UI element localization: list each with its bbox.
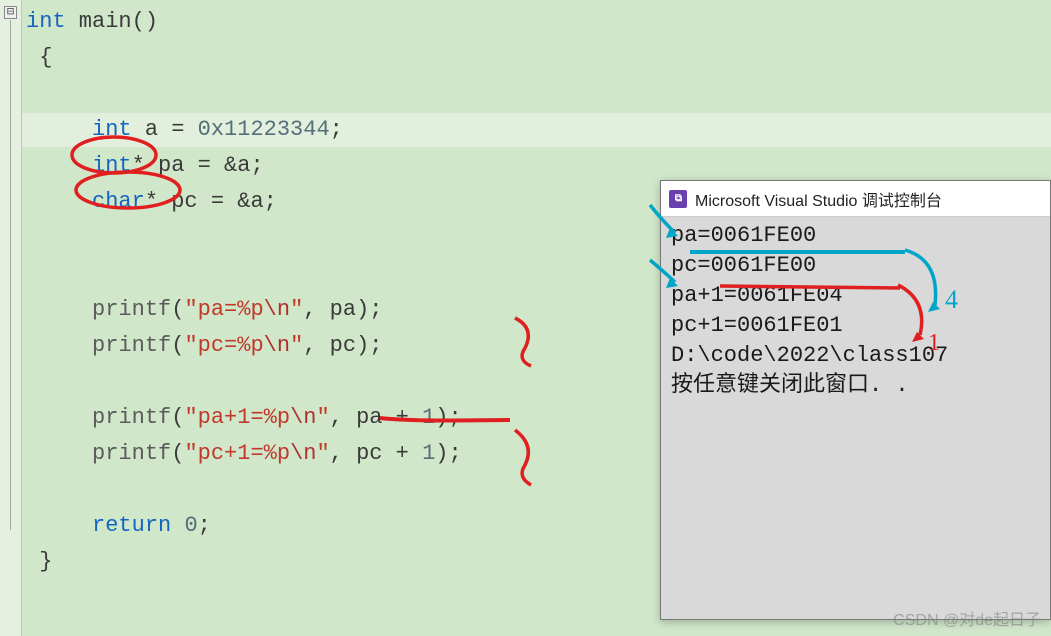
console-titlebar[interactable]: ⧉ Microsoft Visual Studio 调试控制台 (661, 181, 1050, 217)
console-line: pc=0061FE00 (671, 251, 1040, 281)
console-line: D:\code\2022\class107 (671, 341, 1040, 371)
code-content[interactable]: int main() { int a = 0x11223344; int* pa… (26, 4, 462, 580)
fold-collapse-icon[interactable]: ⊟ (4, 6, 17, 19)
editor-gutter: ⊟ (0, 0, 22, 636)
csdn-watermark: CSDN @对de起日子 (893, 606, 1041, 630)
console-line: pa+1=0061FE04 (671, 281, 1040, 311)
console-line: 按任意键关闭此窗口. . (671, 371, 1040, 401)
debug-console-window[interactable]: ⧉ Microsoft Visual Studio 调试控制台 pa=0061F… (660, 180, 1051, 620)
visual-studio-icon: ⧉ (669, 190, 687, 208)
console-title: Microsoft Visual Studio 调试控制台 (695, 187, 942, 211)
fold-guide-line (10, 20, 11, 530)
console-output: pa=0061FE00 pc=0061FE00 pa+1=0061FE04 pc… (661, 217, 1050, 405)
console-line: pa=0061FE00 (671, 221, 1040, 251)
console-line: pc+1=0061FE01 (671, 311, 1040, 341)
